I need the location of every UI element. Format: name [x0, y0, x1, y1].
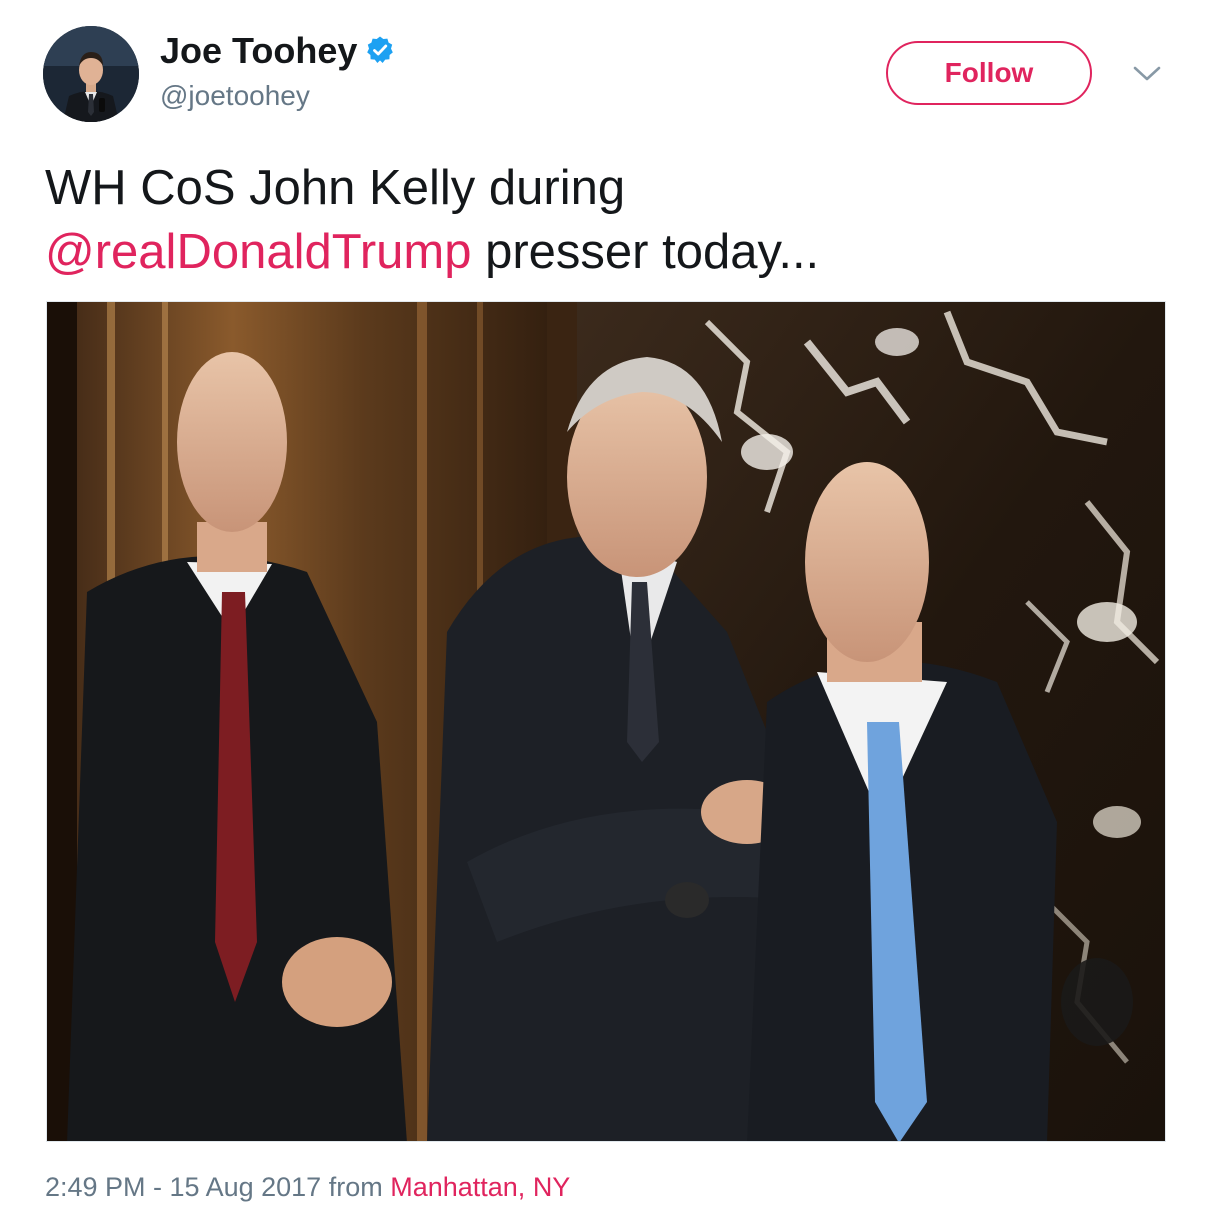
from-label: from — [321, 1172, 391, 1202]
tweet-card: Joe Toohey @joetoohey Follow WH CoS John… — [0, 0, 1224, 1228]
tweet-text-line-1: WH CoS John Kelly during — [45, 161, 626, 215]
follow-button[interactable]: Follow — [886, 41, 1092, 105]
tweet-timestamp: 2:49 PM - 15 Aug 2017 from Manhattan, NY — [45, 1172, 570, 1203]
author-display-name[interactable]: Joe Toohey — [160, 30, 357, 72]
avatar-photo — [43, 26, 139, 122]
avatar[interactable] — [43, 26, 139, 122]
location-link[interactable]: Manhattan, NY — [390, 1172, 570, 1202]
verified-badge-icon — [367, 36, 393, 63]
photo-image — [47, 302, 1165, 1141]
tweet-time[interactable]: 2:49 PM - 15 Aug 2017 — [45, 1172, 321, 1202]
tweet-text-line-2-rest: presser today... — [471, 225, 820, 279]
mention-link[interactable]: @realDonaldTrump — [45, 225, 471, 279]
tweet-text: WH CoS John Kelly during @realDonaldTrum… — [45, 156, 1165, 284]
chevron-down-icon[interactable] — [1131, 64, 1163, 84]
author-handle[interactable]: @joetoohey — [160, 80, 310, 112]
tweet-text-line-2: @realDonaldTrump presser today... — [45, 220, 1165, 284]
tweet-photo[interactable] — [46, 301, 1166, 1142]
